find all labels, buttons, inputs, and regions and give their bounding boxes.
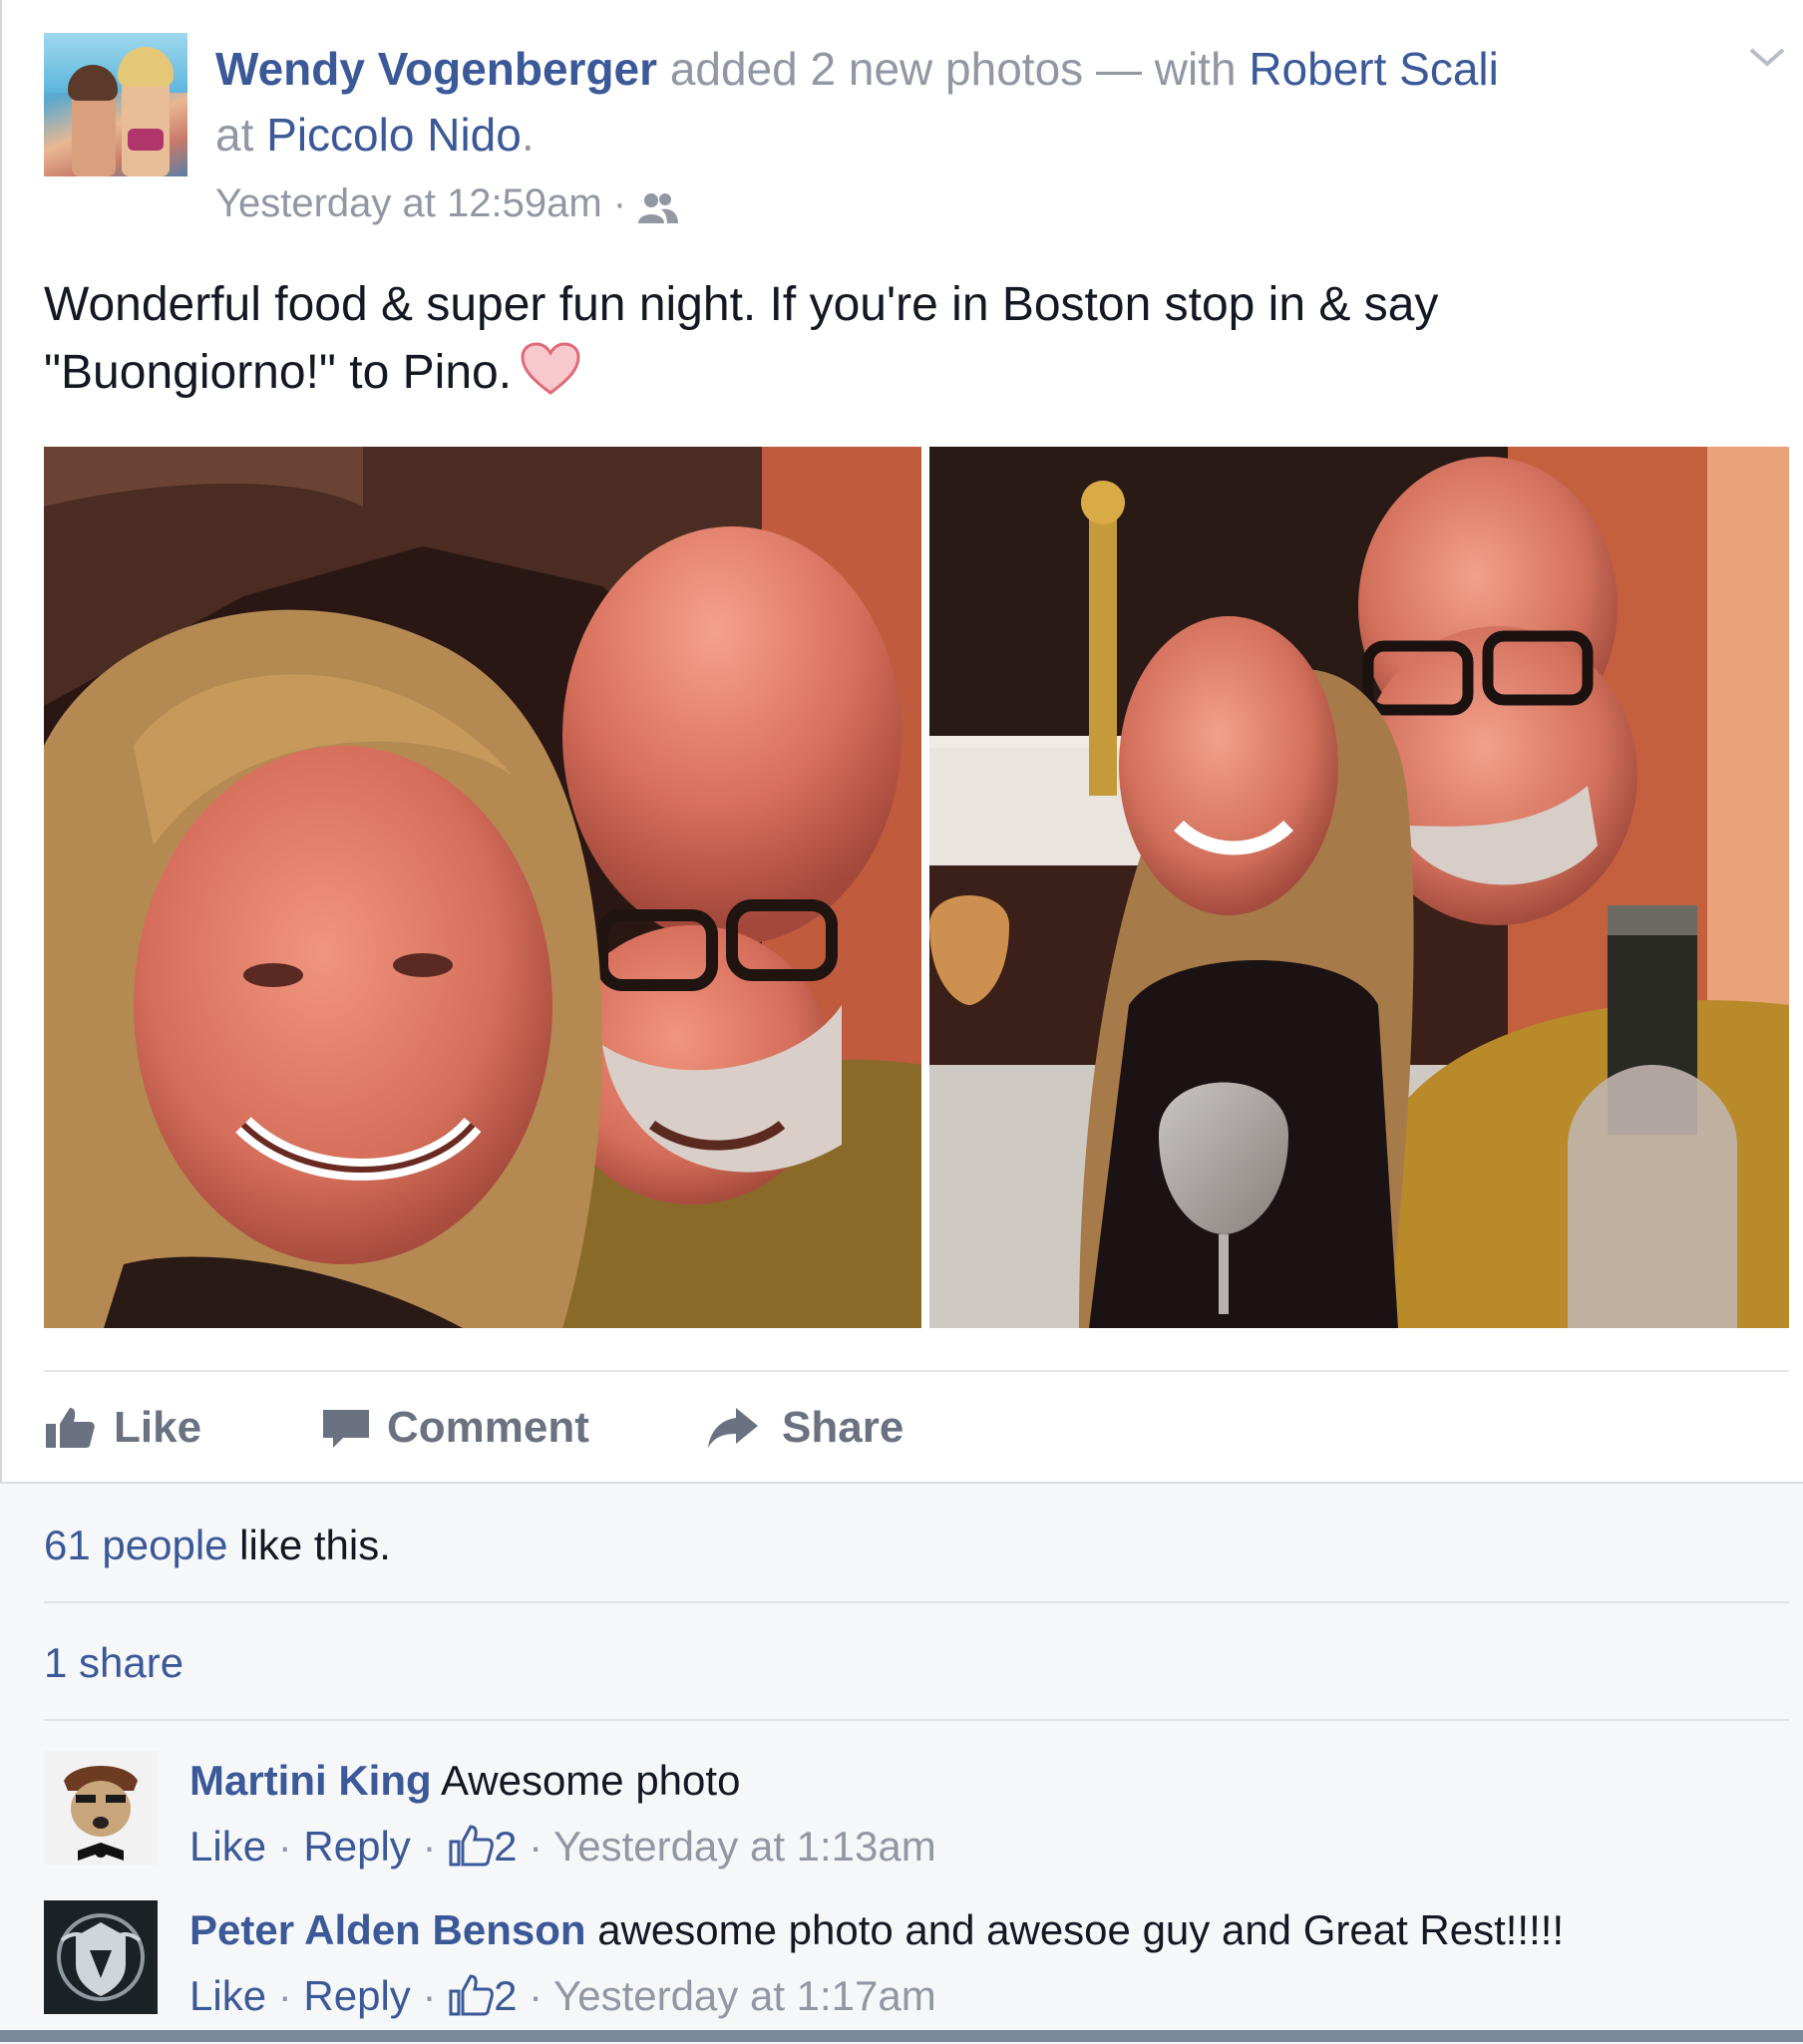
separator: · [410,1972,449,2019]
share-button[interactable]: Share [706,1396,945,1460]
separator: · [517,1972,554,2019]
post-timestamp[interactable]: Yesterday at 12:59am [215,181,602,225]
share-label: Share [782,1403,904,1452]
comment-actions: Like · Reply · 2 · Yesterday at 1:17am [189,1966,1785,2026]
post-action-text: added 2 new photos — with [657,43,1250,95]
heart-icon [520,341,581,397]
comment-reply-link[interactable]: Reply [303,1972,410,2019]
thumbs-up-outline-icon [448,1973,494,2017]
chevron-down-icon[interactable] [1747,44,1787,72]
meta-separator: · [601,181,638,225]
commenter-name-link[interactable]: Peter Alden Benson [189,1906,586,1953]
comment-like-count[interactable]: 2 [494,1823,517,1870]
comment-body: Peter Alden Benson awesome photo and awe… [189,1900,1785,2026]
comment-text: Awesome photo [431,1757,741,1804]
bottom-border [0,2030,1803,2042]
post-location-line: at Piccolo Nido. [215,102,535,168]
shares-divider [44,1719,1789,1721]
comment-actions: Like · Reply · 2 · Yesterday at 1:13am [189,1817,1785,1876]
comment-reply-link[interactable]: Reply [303,1823,410,1870]
share-arrow-icon [708,1408,758,1448]
actions-divider [44,1370,1789,1372]
comment-timestamp[interactable]: Yesterday at 1:17am [553,1972,936,2019]
author-avatar[interactable] [44,33,187,176]
commenter-name-link[interactable]: Martini King [189,1757,432,1804]
author-name-link[interactable]: Wendy Vogenberger [215,43,657,95]
comment-item: Martini King Awesome photo Like · Reply … [44,1751,1789,1871]
comment-button[interactable]: Comment [321,1396,620,1460]
likes-suffix: like this. [227,1522,391,1568]
comment-like-link[interactable]: Like [189,1823,266,1870]
post-actions: Like Comment Share [44,1396,1759,1460]
comment-body: Martini King Awesome photo Like · Reply … [189,1751,1785,1876]
location-link[interactable]: Piccolo Nido [266,109,522,161]
comment-icon [323,1410,369,1448]
comment-like-count[interactable]: 2 [494,1972,517,2019]
post-message-line1: Wonderful food & super fun night. If you… [44,278,1439,331]
post-message-line2: "Buongiorno!" to Pino. [44,346,513,399]
comment-label: Comment [387,1403,589,1452]
separator: · [410,1823,449,1870]
likes-summary: 61 people like this. [44,1516,391,1575]
comment-item: Peter Alden Benson awesome photo and awe… [44,1900,1789,2020]
commenter-avatar[interactable] [44,1751,158,1865]
comment-text: awesome photo and awesoe guy and Great R… [585,1906,1565,1953]
photo-2[interactable] [929,447,1789,1328]
thumbs-up-outline-icon [448,1824,494,1868]
like-label: Like [114,1403,202,1452]
comment-like-link[interactable]: Like [189,1972,266,2019]
commenter-avatar[interactable] [44,1900,158,2014]
likes-count-link[interactable]: 61 people [44,1522,228,1568]
location-suffix: . [521,109,535,161]
location-prefix: at [215,109,267,161]
post-message: Wonderful food & super fun night. If you… [44,271,1759,407]
tagged-person-link[interactable]: Robert Scali [1249,43,1499,95]
post-header: Wendy Vogenberger added 2 new photos — w… [215,36,1671,102]
thumbs-up-icon [46,1408,95,1448]
separator: · [266,1823,304,1870]
friends-icon[interactable] [637,184,679,224]
likes-divider [44,1601,1789,1603]
facebook-post: Wendy Vogenberger added 2 new photos — w… [0,0,1803,2044]
separator: · [517,1823,554,1870]
separator: · [266,1972,304,2019]
post-meta: Yesterday at 12:59am · [215,175,679,231]
comment-timestamp[interactable]: Yesterday at 1:13am [553,1823,936,1870]
like-button[interactable]: Like [44,1396,213,1460]
photo-1[interactable] [44,447,921,1328]
shares-link[interactable]: 1 share [44,1633,183,1693]
